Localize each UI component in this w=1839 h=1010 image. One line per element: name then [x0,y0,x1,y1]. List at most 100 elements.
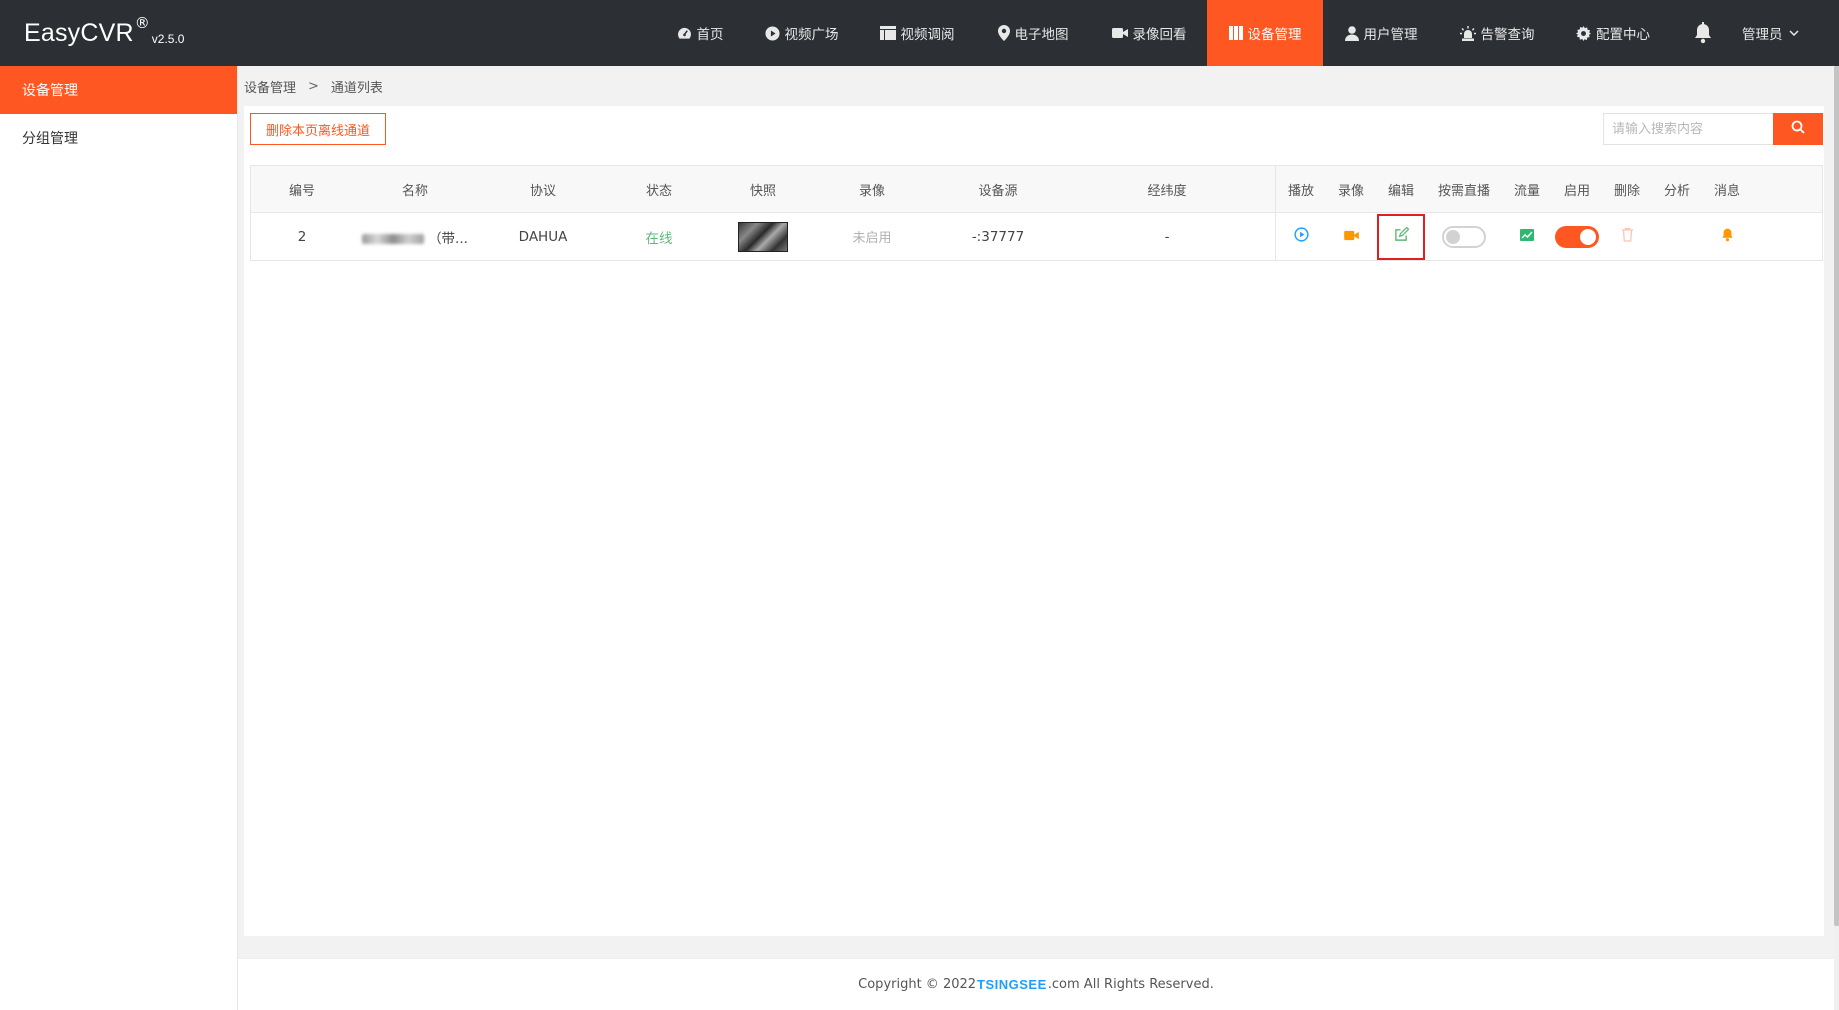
page-scrollbar[interactable] [1834,66,1839,1010]
play-circle-icon [764,25,780,41]
col-header-rec: 录像 [1337,183,1364,199]
col-header-analyze: 分析 [1663,183,1690,199]
table-row: 2 （带... DAHUA 在线 未启用 -:37777 - [251,213,1822,260]
col-header-enable: 启用 [1563,183,1590,199]
nav-item-home[interactable]: 首页 [656,0,744,66]
analyze-cell [1652,213,1702,260]
ondemand-toggle[interactable] [1442,225,1486,248]
toggle-knob [1580,228,1596,245]
nav-label: 告警查询 [1480,27,1535,43]
col-header-ondemand: 按需直播 [1437,183,1490,199]
nav-label: 用户管理 [1363,27,1418,43]
edit-button[interactable] [1377,213,1425,260]
col-header-flow: 流量 [1513,183,1540,199]
nav-item-device-management[interactable]: 设备管理 [1207,0,1323,66]
breadcrumb: 设备管理 > 通道列表 [244,66,383,106]
nav-label: 首页 [696,27,724,43]
col-header-message: 消息 [1713,183,1740,199]
search-icon [1791,120,1805,138]
nav-item-alarm-query[interactable]: 告警查询 [1439,0,1555,66]
cell-snapshot[interactable] [709,221,817,252]
delete-button[interactable] [1602,213,1652,260]
alarm-icon [1459,25,1476,41]
chevron-down-icon [1788,30,1799,36]
copyright-suffix: .com All Rights Reserved. [1047,976,1214,992]
col-header-status: 状态 [645,183,672,199]
col-header-geo: 经纬度 [1147,183,1187,199]
cell-id: 2 [297,228,307,245]
enable-toggle[interactable] [1555,225,1599,248]
nav-item-playback[interactable]: 录像回看 [1091,0,1207,66]
col-header-record: 录像 [858,183,885,199]
nav-label: 录像回看 [1132,27,1187,43]
table-header-row: 编号 名称 协议 状态 快照 录像 设备源 经纬度 播放 录像 编辑 按需直播 … [251,166,1822,213]
nav-label: 电子地图 [1014,27,1069,43]
notification-bell-icon[interactable] [1693,22,1713,48]
nav-item-config-center[interactable]: 配置中心 [1555,0,1671,66]
col-header-name: 名称 [401,183,428,199]
video-camera-icon [1343,229,1359,245]
nav-item-video-browse[interactable]: 视频调阅 [859,0,975,66]
cell-source: -:37777 [971,228,1025,245]
enable-cell [1552,213,1602,260]
bell-icon [1721,227,1734,246]
dashboard-icon [677,27,692,40]
user-menu[interactable]: 管理员 [1742,0,1799,66]
scrollbar-thumb[interactable] [1834,66,1839,926]
username: 管理员 [1742,27,1783,43]
record-button[interactable] [1326,213,1376,260]
snapshot-thumbnail[interactable] [738,221,788,252]
search-bar [1603,113,1823,145]
cell-name: （带... [353,227,477,247]
play-button[interactable] [1276,213,1326,260]
redacted-name [362,233,425,244]
delete-offline-channels-button[interactable]: 删除本页离线通道 [250,113,386,145]
main-nav: 首页 视频广场 视频调阅 电子地图 录像回看 设备管理 用户管理 告警查询 配置… [656,0,1671,66]
edit-cell [1376,213,1426,260]
app-version: v2.5.0 [151,32,185,46]
device-icon [1228,26,1243,40]
play-circle-icon [1293,227,1309,246]
app-logo[interactable]: EasyCVR ® v2.5.0 [24,0,184,66]
line-chart-icon [1520,228,1534,245]
message-button[interactable] [1702,213,1752,260]
col-header-source: 设备源 [978,183,1018,199]
sidebar-item-label: 设备管理 [22,83,78,99]
edit-icon [1394,226,1409,246]
channel-list-panel: 删除本页离线通道 编号 名称 协议 状态 快照 录像 设备源 经纬度 播放 录像… [244,106,1824,936]
layout-icon [879,26,896,40]
cell-geo: - [1164,228,1170,245]
brand-link[interactable]: TSINGSEE [977,977,1047,992]
col-header-snapshot: 快照 [749,183,776,199]
col-header-edit: 编辑 [1387,183,1414,199]
registered-mark: ® [134,14,150,32]
nav-label: 视频调阅 [900,27,955,43]
sidebar-item-device-management[interactable]: 设备管理 [0,66,237,114]
nav-item-map[interactable]: 电子地图 [975,0,1091,66]
cell-status: 在线 [645,230,673,247]
toggle-knob [1446,229,1460,244]
ondemand-cell [1426,213,1502,260]
search-button[interactable] [1773,113,1823,145]
search-input[interactable] [1603,113,1773,145]
copyright-prefix: Copyright © 2022 [858,976,977,992]
nav-item-video-square[interactable]: 视频广场 [744,0,859,66]
breadcrumb-parent[interactable]: 设备管理 [244,77,296,96]
cell-protocol: DAHUA [518,228,568,245]
footer: Copyright © 2022 TSINGSEE .com All Right… [238,958,1834,1010]
trash-icon [1621,227,1634,246]
nav-item-user-management[interactable]: 用户管理 [1323,0,1439,66]
breadcrumb-current: 通道列表 [330,80,383,96]
col-header-protocol: 协议 [529,183,556,199]
user-icon [1344,25,1359,41]
sidebar-item-group-management[interactable]: 分组管理 [0,114,237,162]
col-header-id: 编号 [288,183,315,199]
flow-button[interactable] [1502,213,1552,260]
breadcrumb-separator: > [308,78,319,94]
nav-label: 配置中心 [1596,27,1650,43]
col-header-delete: 删除 [1613,183,1640,199]
video-camera-icon [1111,27,1128,39]
sidebar-item-label: 分组管理 [22,131,78,147]
sidebar: 设备管理 分组管理 [0,66,238,1010]
cell-name-suffix: （带... [428,230,468,247]
